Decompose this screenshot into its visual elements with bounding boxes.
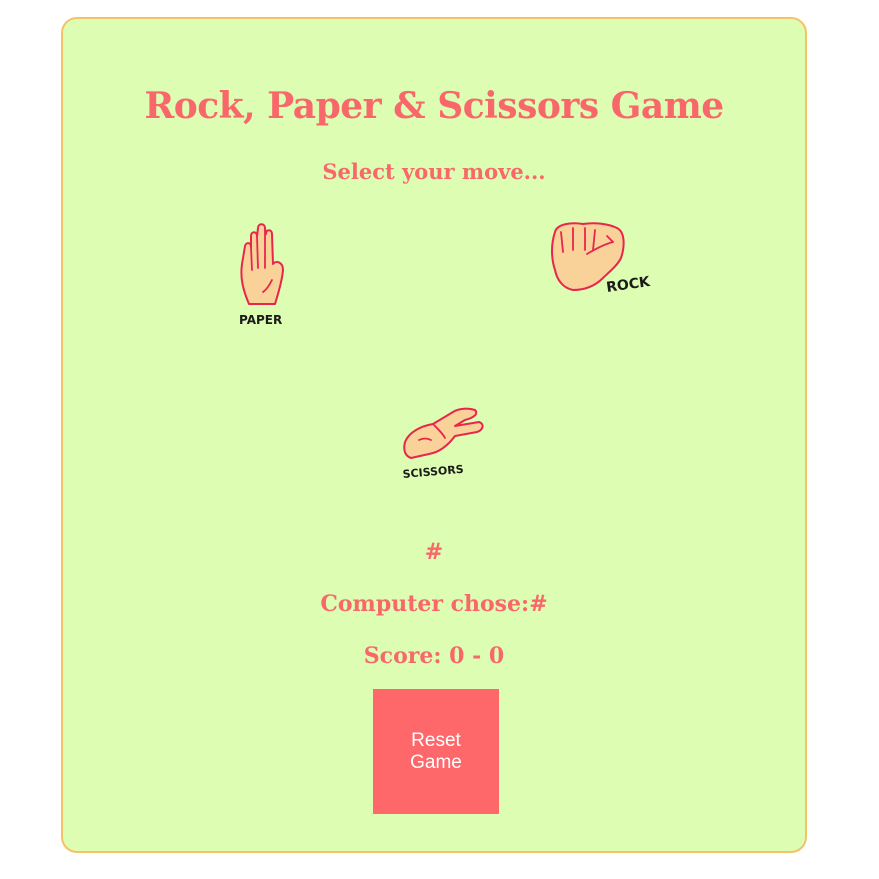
paper-hand-icon: PAPER <box>239 223 284 327</box>
score-line: Score: 0 - 0 <box>63 643 805 669</box>
scissors-move-button[interactable]: SCISSORS <box>399 404 489 484</box>
select-move-prompt: Select your move... <box>322 159 546 184</box>
rock-label: ROCK <box>605 274 652 296</box>
paper-label: PAPER <box>239 313 282 327</box>
rock-hand-icon: ROCK <box>551 222 652 296</box>
round-result: # <box>424 539 444 565</box>
score-value: 0 - 0 <box>449 643 505 669</box>
computer-choice-prefix: Computer chose: <box>320 591 530 617</box>
page-title: Rock, Paper & Scissors Game <box>144 85 724 127</box>
scissors-label: SCISSORS <box>402 463 464 481</box>
game-card: Rock, Paper & Scissors Game Select your … <box>61 17 807 853</box>
reset-game-button[interactable]: Reset Game <box>373 689 499 814</box>
paper-move-button[interactable]: PAPER <box>235 220 295 332</box>
computer-choice-line: Computer chose:# <box>63 591 805 617</box>
computer-choice-value: # <box>529 591 548 617</box>
rock-move-button[interactable]: ROCK <box>547 220 661 306</box>
score-prefix: Score: <box>363 643 442 669</box>
scissors-hand-icon: SCISSORS <box>402 407 484 481</box>
